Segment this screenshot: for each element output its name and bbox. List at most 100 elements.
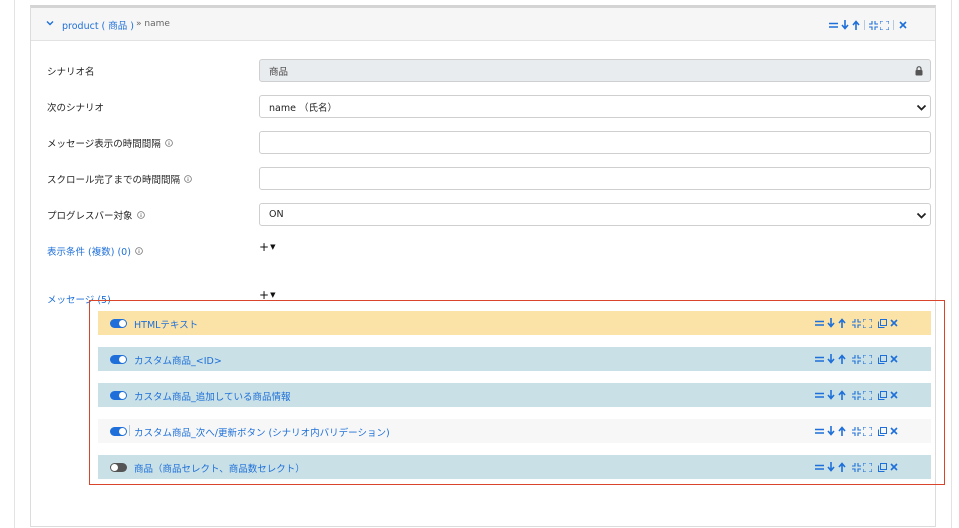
drag-handle-icon[interactable] [828, 18, 839, 32]
add-condition-symbol: + [259, 240, 270, 254]
drag-handle-icon[interactable] [814, 316, 825, 330]
move-up-icon[interactable] [836, 352, 847, 366]
message-label[interactable]: HTMLテキスト [134, 317, 198, 331]
expand-icon[interactable] [862, 316, 873, 330]
message-toolbar [814, 352, 899, 366]
caret-down-icon: ▼ [270, 291, 276, 299]
move-up-icon[interactable] [836, 316, 847, 330]
copy-icon[interactable] [877, 316, 888, 330]
scenario-panel: product ( 商品 ) » name シナリオ名 商品 次のシナリオ na… [30, 5, 936, 527]
message-label[interactable]: 商品（商品セレクト、商品数セレクト） [134, 461, 305, 475]
collapse-icon[interactable] [851, 388, 862, 402]
expand-icon[interactable] [862, 388, 873, 402]
message-toolbar [814, 424, 899, 438]
messages-label[interactable]: メッセージ (5) [47, 292, 111, 306]
close-icon[interactable] [888, 460, 899, 474]
chevron-down-icon [916, 212, 927, 219]
scenario-name-value: 商品 [269, 66, 289, 78]
message-row[interactable]: HTMLテキスト [98, 311, 931, 335]
add-message-symbol: + [259, 288, 270, 302]
panel-toolbar [828, 18, 908, 32]
add-condition-button[interactable]: + ▼ [259, 240, 275, 254]
message-toolbar [814, 460, 899, 474]
message-toggle[interactable] [110, 355, 127, 364]
message-toggle[interactable] [110, 319, 127, 328]
scroll-interval-input[interactable] [259, 167, 931, 190]
close-icon[interactable] [888, 352, 899, 366]
message-interval-input[interactable] [259, 131, 931, 154]
move-up-icon[interactable] [850, 18, 861, 32]
collapse-icon[interactable] [851, 352, 862, 366]
progress-target-value: ON [269, 209, 284, 220]
collapse-icon[interactable] [851, 424, 862, 438]
message-toggle[interactable] [110, 427, 127, 436]
chevron-down-icon [916, 104, 927, 111]
panel-title[interactable]: product ( 商品 ) [62, 18, 134, 32]
message-row[interactable]: カスタム商品_次へ/更新ボタン (シナリオ内バリデーション) [98, 419, 931, 443]
move-up-icon[interactable] [836, 460, 847, 474]
message-toolbar [814, 388, 899, 402]
add-message-button[interactable]: + ▼ [259, 288, 275, 302]
panel-header: product ( 商品 ) » name [31, 8, 935, 41]
collapse-icon[interactable] [851, 460, 862, 474]
collapse-icon[interactable] [851, 316, 862, 330]
move-down-icon[interactable] [825, 352, 836, 366]
close-icon[interactable] [897, 18, 908, 32]
message-label[interactable]: カスタム商品_<ID> [134, 353, 222, 367]
progress-target-select[interactable]: ON [259, 203, 931, 226]
info-icon[interactable] [136, 211, 145, 219]
message-interval-label: メッセージ表示の時間間隔 [47, 136, 173, 150]
message-toggle[interactable] [110, 463, 127, 472]
move-down-icon[interactable] [825, 460, 836, 474]
expand-icon[interactable] [862, 352, 873, 366]
message-label[interactable]: カスタム商品_追加している商品情報 [134, 389, 290, 403]
move-down-icon[interactable] [839, 18, 850, 32]
message-row[interactable]: カスタム商品_追加している商品情報 [98, 383, 931, 407]
move-down-icon[interactable] [825, 424, 836, 438]
move-down-icon[interactable] [825, 316, 836, 330]
caret-down-icon: ▼ [270, 243, 276, 251]
info-icon[interactable] [135, 247, 143, 255]
next-scenario-label: 次のシナリオ [47, 103, 105, 114]
drag-handle-icon[interactable] [814, 352, 825, 366]
scroll-interval-label: スクロール完了までの時間間隔 [47, 172, 192, 186]
message-interval-label-text: メッセージ表示の時間間隔 [47, 139, 161, 150]
chevron-down-icon[interactable] [45, 18, 55, 28]
copy-icon[interactable] [877, 424, 888, 438]
move-up-icon[interactable] [836, 388, 847, 402]
copy-icon[interactable] [877, 460, 888, 474]
info-icon[interactable] [165, 139, 173, 147]
close-icon[interactable] [888, 316, 899, 330]
move-up-icon[interactable] [836, 424, 847, 438]
message-toolbar [814, 316, 899, 330]
collapse-icon[interactable] [868, 18, 879, 32]
row-separator [129, 425, 130, 436]
expand-icon[interactable] [862, 460, 873, 474]
toolbar-separator [893, 20, 894, 30]
move-down-icon[interactable] [825, 388, 836, 402]
message-row[interactable]: カスタム商品_<ID> [98, 347, 931, 371]
expand-icon[interactable] [879, 18, 890, 32]
next-scenario-select[interactable]: name （氏名） [259, 95, 931, 118]
close-icon[interactable] [888, 424, 899, 438]
drag-handle-icon[interactable] [814, 460, 825, 474]
copy-icon[interactable] [877, 352, 888, 366]
expand-icon[interactable] [862, 424, 873, 438]
next-scenario-value: name （氏名） [269, 102, 337, 114]
close-icon[interactable] [888, 388, 899, 402]
toolbar-separator [864, 20, 865, 30]
progress-target-label: プログレスバー対象 [47, 208, 145, 222]
message-row[interactable]: 商品（商品セレクト、商品数セレクト） [98, 455, 931, 479]
drag-handle-icon[interactable] [814, 424, 825, 438]
display-conditions-label-text: 表示条件 (複数) (0) [47, 247, 131, 258]
message-label[interactable]: カスタム商品_次へ/更新ボタン (シナリオ内バリデーション) [134, 425, 390, 439]
scenario-name-field: 商品 [259, 59, 931, 82]
copy-icon[interactable] [877, 388, 888, 402]
scenario-name-label: シナリオ名 [47, 67, 95, 78]
drag-handle-icon[interactable] [814, 388, 825, 402]
message-toggle[interactable] [110, 391, 127, 400]
lock-icon [915, 66, 923, 76]
panel-breadcrumb: » name [136, 19, 170, 29]
display-conditions-label[interactable]: 表示条件 (複数) (0) [47, 244, 143, 258]
info-icon[interactable] [184, 175, 192, 183]
